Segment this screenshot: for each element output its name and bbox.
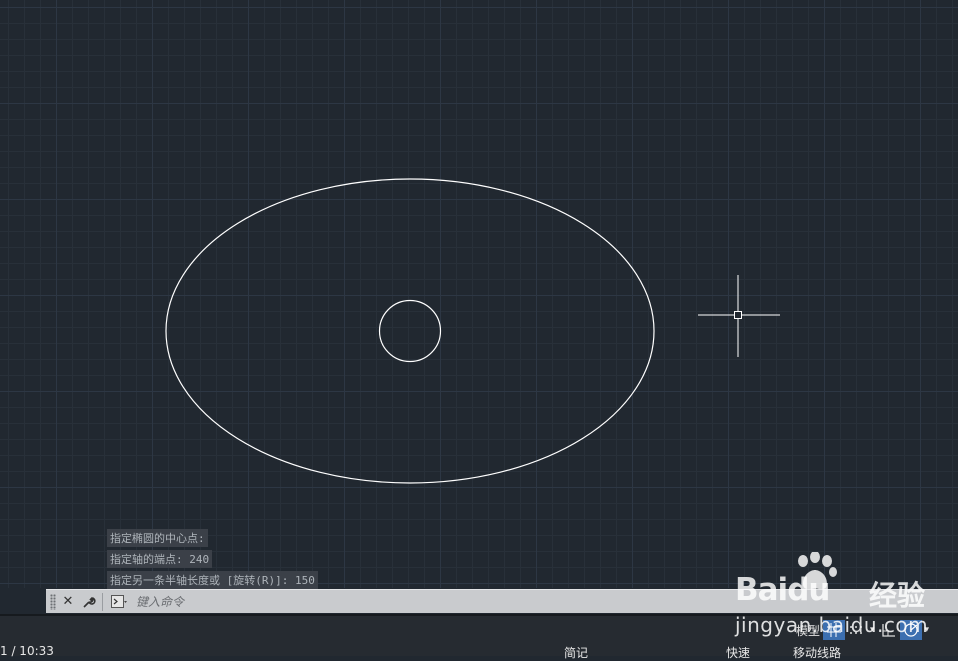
command-line-bar: ✕: [46, 589, 958, 613]
dropdown-icon[interactable]: ▾: [922, 620, 933, 640]
circle-shape[interactable]: [378, 299, 442, 363]
snap-dropdown-icon[interactable]: ▾: [867, 620, 878, 640]
ellipse-shape[interactable]: [165, 178, 655, 484]
command-prompt-icon[interactable]: [110, 593, 128, 611]
drawing-canvas[interactable]: [0, 0, 958, 588]
ortho-icon[interactable]: [878, 620, 900, 640]
status-item-1[interactable]: 简记: [564, 644, 588, 661]
status-toggles: 模型 ▾ ▾: [793, 619, 932, 641]
status-bar: 1 / 10:33 简记 快速 移动线路 模型 ▾ ▾: [0, 614, 958, 660]
history-line: 指定椭圆的中心点:: [107, 529, 208, 547]
wrench-icon[interactable]: [80, 593, 98, 611]
drawing-svg[interactable]: [0, 0, 958, 588]
cursor-crosshair: [698, 275, 780, 357]
history-line: 指定轴的端点: 240: [107, 550, 213, 568]
polar-icon[interactable]: [899, 620, 922, 640]
history-line: 指定另一条半轴长度或 [旋转(R)]: 150: [107, 571, 318, 589]
command-history: 指定椭圆的中心点: 指定轴的端点: 240 指定另一条半轴长度或 [旋转(R)]…: [107, 529, 318, 592]
status-item-3[interactable]: 移动线路: [793, 644, 841, 661]
status-item-2[interactable]: 快速: [726, 644, 750, 661]
model-tab[interactable]: 模型: [793, 620, 823, 640]
close-icon[interactable]: ✕: [59, 593, 77, 611]
snap-icon[interactable]: [845, 620, 867, 640]
separator: [102, 592, 103, 611]
command-input[interactable]: [134, 590, 838, 613]
drag-handle[interactable]: [50, 593, 56, 610]
grid-icon[interactable]: [823, 620, 846, 640]
